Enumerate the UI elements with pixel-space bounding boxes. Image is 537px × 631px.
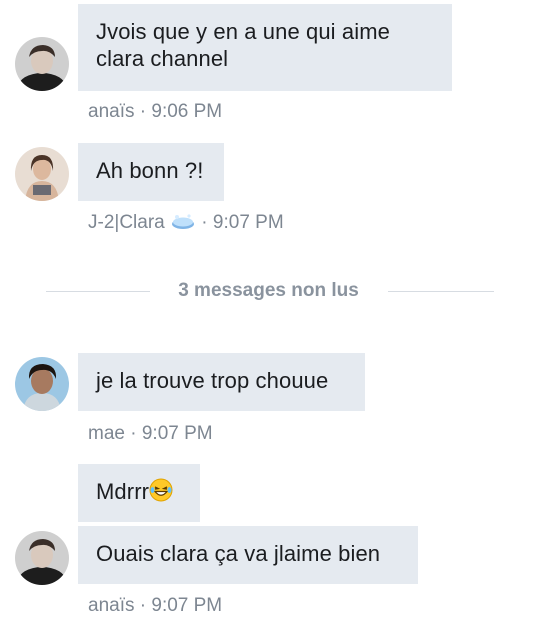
author-name[interactable]: J-2|Clara — [88, 212, 165, 233]
avatar-anais[interactable] — [15, 37, 69, 91]
soap-icon — [170, 213, 196, 237]
message-bubble: Mdrrr — [78, 464, 200, 522]
avatar-anais[interactable] — [15, 531, 69, 585]
message-text: je la trouve trop chouue — [96, 368, 329, 393]
message-bubble: Ouais clara ça va jlaime bien — [78, 526, 418, 584]
message-bubble: Jvois que y en a une qui aime clara chan… — [78, 4, 452, 91]
message-text: Ouais clara ça va jlaime bien — [96, 541, 381, 566]
avatar-mae[interactable] — [15, 357, 69, 411]
avatar-image — [15, 37, 69, 91]
message-meta: J-2|Clara · 9:07 PM — [88, 212, 284, 237]
laughing-tears-emoji — [149, 478, 173, 508]
timestamp: 9:07 PM — [151, 595, 223, 616]
avatar-image — [15, 147, 69, 201]
avatar-clara[interactable] — [15, 147, 69, 201]
author-name[interactable]: mae — [88, 423, 125, 444]
separator-line-right — [388, 291, 494, 292]
message-text-line: clara channel — [96, 46, 229, 71]
author-name[interactable]: anaïs — [88, 101, 134, 122]
message-text-line: Jvois que y en a une qui aime — [96, 19, 390, 44]
timestamp: 9:07 PM — [141, 423, 213, 444]
avatar-image — [15, 357, 69, 411]
message-meta: anaïs · 9:06 PM — [88, 101, 223, 122]
message-meta: anaïs · 9:07 PM — [88, 595, 223, 616]
message-bubble: je la trouve trop chouue — [78, 353, 365, 411]
message-text: Ah bonn ?! — [96, 158, 204, 183]
message-text: Mdrrr — [96, 479, 150, 504]
unread-separator: 3 messages non lus — [0, 280, 537, 306]
author-name[interactable]: anaïs — [88, 595, 134, 616]
timestamp: 9:06 PM — [151, 101, 223, 122]
avatar-image — [15, 531, 69, 585]
message-bubble: Ah bonn ?! — [78, 143, 224, 201]
message-meta: mae · 9:07 PM — [88, 423, 213, 444]
timestamp: 9:07 PM — [212, 212, 284, 233]
